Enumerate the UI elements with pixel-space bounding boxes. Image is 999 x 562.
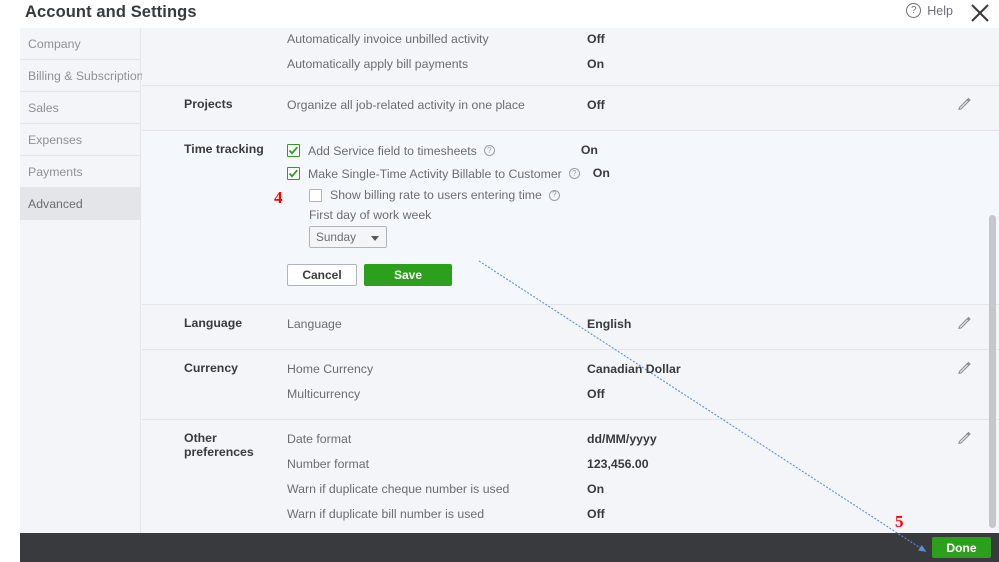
row-value: On: [587, 57, 605, 71]
row-label: Number format: [287, 457, 370, 471]
table-row: Home Currency Canadian Dollar: [287, 361, 999, 381]
row-value: 123,456.00: [587, 457, 649, 471]
section-projects: Projects Organize all job-related activi…: [142, 86, 999, 131]
section-time-tracking: Time tracking Add Service field to times…: [142, 131, 999, 305]
question-circle-icon: ?: [906, 3, 922, 18]
section-label-automation: [142, 31, 287, 76]
table-row: Language English: [287, 316, 999, 336]
row-value: Off: [587, 387, 605, 401]
row-label: Date format: [287, 432, 352, 446]
modal-header: Account and Settings ? Help: [20, 0, 999, 28]
question-circle-icon[interactable]: ?: [568, 168, 580, 179]
row-value: Canadian Dollar: [587, 362, 681, 376]
table-row: Automatically invoice unbilled activity …: [287, 31, 999, 51]
row-value: On: [587, 482, 605, 496]
table-row: Warn if duplicate cheque number is used …: [287, 481, 999, 501]
select-value: Sunday: [316, 230, 357, 244]
table-row: Automatically apply bill payments On: [287, 56, 999, 76]
section-label-language: Language: [184, 316, 243, 330]
time-tracking-actions: Cancel Save: [287, 264, 999, 286]
sidebar-item-company[interactable]: Company: [20, 28, 140, 60]
checkbox-label: Add Service field to timesheets: [308, 143, 477, 158]
chevron-down-icon: [371, 236, 379, 241]
table-row: Organize all job-related activity in one…: [287, 97, 999, 117]
checkbox-label: Make Single-Time Activity Billable to Cu…: [308, 166, 562, 181]
table-row: Warn if duplicate bill number is used Of…: [287, 506, 999, 526]
row-value: On: [580, 143, 598, 157]
settings-sidebar: Company Billing & Subscription Sales Exp…: [20, 28, 144, 533]
close-icon[interactable]: [969, 2, 991, 24]
table-row: Multicurrency Off: [287, 386, 999, 406]
pencil-icon[interactable]: [957, 430, 972, 445]
checkbox-row-show-billing-rate: Show billing rate to users entering time…: [309, 188, 999, 202]
sidebar-item-billing-subscription[interactable]: Billing & Subscription: [20, 60, 144, 92]
done-button[interactable]: Done: [932, 537, 991, 558]
sidebar-item-sales[interactable]: Sales: [20, 92, 140, 124]
row-value: On: [592, 166, 610, 180]
section-label-time-tracking: Time tracking: [184, 142, 264, 156]
row-value: Off: [587, 98, 605, 112]
sidebar-item-expenses[interactable]: Expenses: [20, 124, 140, 156]
section-automation: Automatically invoice unbilled activity …: [142, 28, 999, 86]
table-row: Date format dd/MM/yyyy: [287, 431, 999, 451]
checkbox-row-add-service-field: Add Service field to timesheets ? On: [287, 142, 999, 159]
select-first-day-of-work-week[interactable]: Sunday: [309, 226, 387, 248]
checkbox-row-single-time-billable: Make Single-Time Activity Billable to Cu…: [287, 165, 999, 182]
row-label: Multicurrency: [287, 387, 361, 401]
row-value: English: [587, 317, 632, 331]
row-label: Language: [287, 317, 342, 331]
row-label: Warn if duplicate cheque number is used: [287, 482, 510, 496]
page-title: Account and Settings: [25, 3, 197, 21]
cancel-button[interactable]: Cancel: [287, 264, 357, 286]
checkbox-single-time-billable[interactable]: [287, 167, 300, 180]
checkbox-show-billing-rate[interactable]: [309, 188, 322, 202]
help-label: Help: [927, 3, 953, 18]
section-label-currency: Currency: [184, 361, 238, 375]
row-value: Off: [587, 507, 605, 521]
field-label-first-day-of-work-week: First day of work week: [309, 208, 432, 222]
row-label: Warn if duplicate bill number is used: [287, 507, 485, 521]
section-other-preferences: Other preferences Date format dd/MM/yyyy…: [142, 420, 999, 533]
checkbox-add-service-field[interactable]: [287, 144, 300, 157]
section-currency: Currency Home Currency Canadian Dollar M…: [142, 350, 999, 420]
question-circle-icon[interactable]: ?: [483, 145, 495, 156]
row-label: Home Currency: [287, 362, 374, 376]
section-label-other-preferences: Other preferences: [184, 431, 254, 459]
pencil-icon[interactable]: [957, 96, 972, 111]
row-label: Automatically invoice unbilled activity: [287, 32, 489, 46]
row-value: Off: [587, 32, 605, 46]
pencil-icon[interactable]: [957, 360, 972, 375]
settings-main-panel: Automatically invoice unbilled activity …: [142, 28, 999, 533]
question-circle-icon[interactable]: ?: [548, 189, 560, 201]
bottom-action-bar: Done: [20, 533, 999, 562]
help-button[interactable]: ? Help: [906, 3, 953, 18]
modal-body: Company Billing & Subscription Sales Exp…: [20, 28, 999, 533]
scrollbar-thumb[interactable]: [989, 215, 996, 528]
account-settings-modal: Account and Settings ? Help Company Bill…: [20, 0, 999, 562]
sidebar-item-payments[interactable]: Payments: [20, 156, 140, 188]
section-language: Language Language English: [142, 305, 999, 350]
screenshot-root: Account and Settings ? Help Company Bill…: [0, 0, 999, 562]
checkbox-label: Show billing rate to users entering time: [330, 188, 542, 202]
row-label: Automatically apply bill payments: [287, 57, 469, 71]
sidebar-item-advanced[interactable]: Advanced: [20, 188, 140, 220]
section-label-projects: Projects: [184, 97, 233, 111]
save-button[interactable]: Save: [364, 264, 452, 286]
pencil-icon[interactable]: [957, 315, 972, 330]
table-row: Number format 123,456.00: [287, 456, 999, 476]
row-value: dd/MM/yyyy: [587, 432, 657, 446]
row-label: Organize all job-related activity in one…: [287, 98, 525, 112]
